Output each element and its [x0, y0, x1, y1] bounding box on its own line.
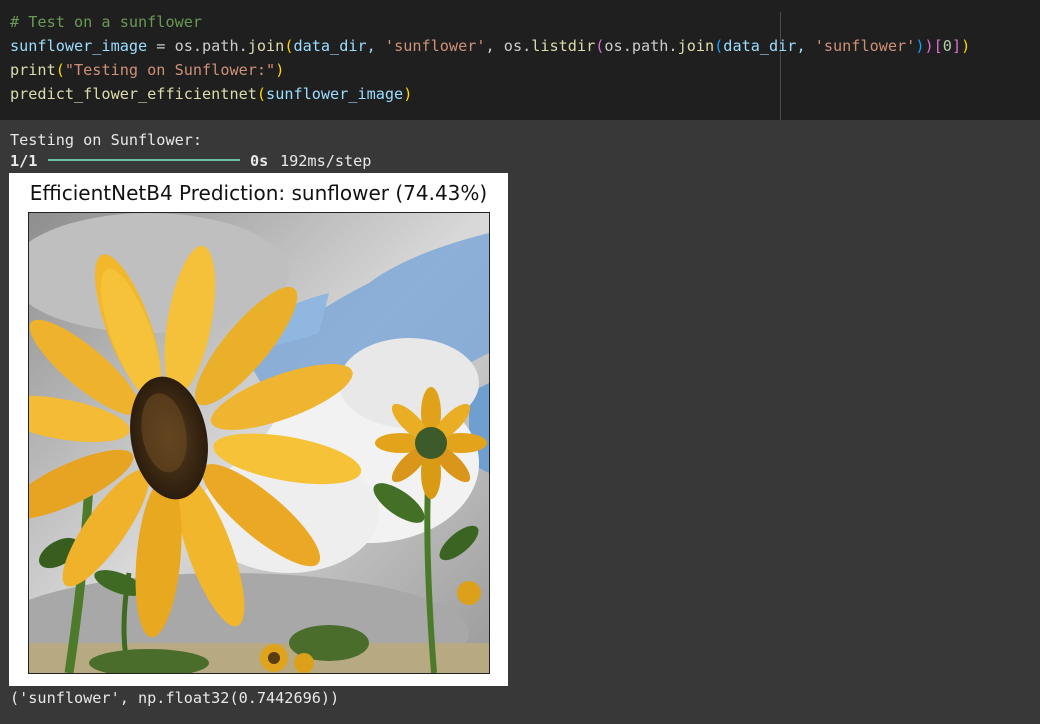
code-fn-predict: predict_flower_efficientnet	[10, 85, 257, 103]
code-index: 0	[942, 37, 952, 55]
code-line-4: predict_flower_efficientnet(sunflower_im…	[10, 85, 413, 103]
code-predict-arg: sunflower_image	[266, 85, 404, 103]
indent-guide	[780, 12, 781, 120]
code-print-str: "Testing on Sunflower:"	[64, 61, 276, 79]
code-op: = os.path.	[147, 37, 248, 55]
code-str-a: 'sunflower'	[384, 37, 486, 55]
code-fn-print: print	[10, 61, 56, 79]
progress-bar	[48, 159, 240, 161]
code-args-b: data_dir,	[723, 37, 815, 55]
code-line-2: sunflower_image = os.path.join(data_dir,…	[10, 37, 971, 55]
code-comment: # Test on a sunflower	[10, 13, 203, 31]
code-cell[interactable]: # Test on a sunflower sunflower_image = …	[0, 0, 1040, 120]
output-result: ('sunflower', np.float32(0.7442696))	[10, 689, 340, 707]
progress-time: 0s	[250, 152, 269, 170]
code-line-3: print("Testing on Sunflower:")	[10, 61, 285, 79]
progress-step: 1/1	[10, 152, 38, 170]
code-str-b: 'sunflower'	[814, 37, 916, 55]
figure-title: EfficientNetB4 Prediction: sunflower (74…	[29, 181, 488, 205]
code-fn-join: join	[247, 37, 285, 55]
output-line-1: Testing on Sunflower:	[10, 131, 203, 149]
code-args-a: data_dir,	[293, 37, 385, 55]
code-fn-join2: join	[677, 37, 715, 55]
code-path-join: os.path.	[604, 37, 678, 55]
sunflower-photo	[29, 213, 489, 673]
prediction-figure: EfficientNetB4 Prediction: sunflower (74…	[9, 173, 508, 686]
code-mid: , os.	[485, 37, 532, 55]
code-fn-listdir: listdir	[531, 37, 596, 55]
progress-rate: 192ms/step	[280, 152, 372, 170]
sunflower-image	[28, 212, 490, 674]
code-var: sunflower_image	[10, 37, 148, 55]
